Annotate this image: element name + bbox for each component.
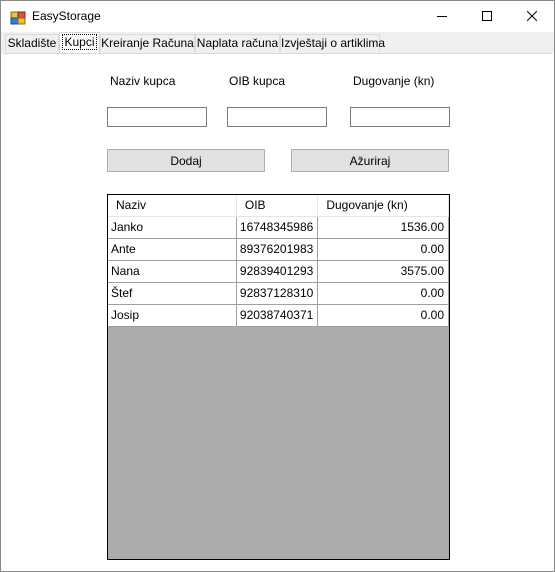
tab-label: Kreiranje Računa (101, 36, 194, 50)
tab-label: Skladište (7, 36, 57, 50)
window-title: EasyStorage (32, 9, 101, 23)
cell-oib[interactable]: 16748345986 (236, 216, 319, 239)
tab-kreiranje-racuna[interactable]: Kreiranje Računa (100, 34, 195, 52)
update-button[interactable]: Ažuriraj (291, 149, 449, 172)
cell-oib[interactable]: 92839401293 (236, 260, 319, 283)
tab-label: Izvještaji o artiklima (281, 36, 386, 50)
header-row: Naziv OIB Dugovanje (kn) (108, 195, 449, 217)
tab-skladiste[interactable]: Skladište (5, 34, 59, 52)
cell-oib[interactable]: 89376201983 (236, 238, 319, 261)
column-header-naziv[interactable]: Naziv (108, 195, 237, 217)
table-row[interactable]: Janko 16748345986 1536.00 (108, 216, 449, 239)
tab-strip: Skladište Kupci Kreiranje Računa Naplata… (1, 32, 554, 53)
table-row[interactable]: Josip 92038740371 0.00 (108, 304, 449, 327)
cell-debt[interactable]: 3575.00 (317, 260, 449, 283)
main-window: EasyStorage Skladište Kupci Kreiranje Ra… (0, 0, 555, 572)
cell-oib[interactable]: 92038740371 (236, 304, 319, 327)
customer-debt-label: Dugovanje (kn) (353, 74, 435, 88)
table-row[interactable]: Ante 89376201983 0.00 (108, 238, 449, 261)
cell-debt[interactable]: 0.00 (317, 304, 449, 327)
close-button[interactable] (509, 1, 554, 31)
customer-debt-field[interactable] (350, 107, 450, 127)
cell-name[interactable]: Josip (108, 304, 237, 327)
maximize-button[interactable] (464, 1, 509, 31)
table-row[interactable]: Nana 92839401293 3575.00 (108, 260, 449, 283)
cell-name[interactable]: Ante (108, 238, 237, 261)
cell-oib[interactable]: 92837128310 (236, 282, 319, 305)
cell-debt[interactable]: 0.00 (317, 282, 449, 305)
customer-oib-field[interactable] (227, 107, 327, 127)
close-icon (526, 11, 537, 21)
cell-name[interactable]: Štef (108, 282, 237, 305)
customer-name-field[interactable] (107, 107, 207, 127)
table-row[interactable]: Štef 92837128310 0.00 (108, 282, 449, 305)
customers-table: Naziv OIB Dugovanje (kn) Janko 167483459… (108, 195, 449, 327)
customer-oib-label: OIB kupca (229, 74, 286, 88)
minimize-button[interactable] (419, 1, 464, 31)
cell-name[interactable]: Nana (108, 260, 237, 283)
column-header-oib[interactable]: OIB (236, 195, 319, 217)
tab-izvjestaji-o-artiklima[interactable]: Izvještaji o artiklima (280, 34, 385, 52)
cell-debt[interactable]: 0.00 (317, 238, 449, 261)
app-icon (10, 9, 26, 25)
cell-debt[interactable]: 1536.00 (317, 216, 449, 239)
column-header-dugovanje[interactable]: Dugovanje (kn) (317, 195, 449, 217)
title-bar[interactable]: EasyStorage (1, 1, 554, 32)
minimize-icon (436, 16, 447, 17)
customers-grid[interactable]: Naziv OIB Dugovanje (kn) Janko 167483459… (107, 194, 450, 560)
maximize-icon (481, 11, 492, 21)
add-button[interactable]: Dodaj (107, 149, 265, 172)
cell-name[interactable]: Janko (108, 216, 237, 239)
tab-label: Kupci (62, 34, 97, 50)
customer-name-label: Naziv kupca (110, 74, 176, 88)
tab-label: Naplata računa (196, 36, 279, 50)
tab-naplata-racuna[interactable]: Naplata računa (195, 34, 280, 52)
tab-kupci[interactable]: Kupci (59, 32, 100, 53)
